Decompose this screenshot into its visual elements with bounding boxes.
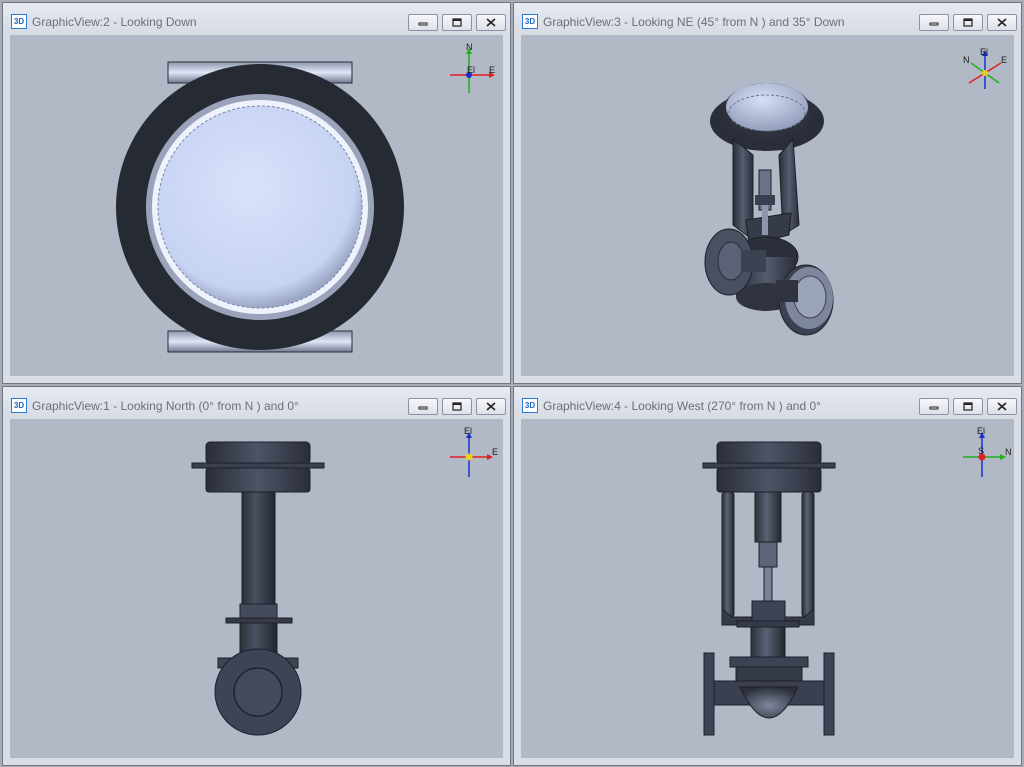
3d-viewport[interactable]: El S N <box>521 419 1014 758</box>
orientation-triad: El E <box>450 426 498 477</box>
minimize-icon <box>929 22 939 26</box>
valve-north-view-model[interactable] <box>10 419 503 758</box>
graphic-view-2-window[interactable]: 3D GraphicView:2 - Looking Down N El E <box>2 2 511 384</box>
3d-viewport[interactable]: El N E <box>521 35 1014 376</box>
valve-top-view-model[interactable] <box>10 35 503 376</box>
triad-label-s: S <box>978 446 984 456</box>
close-icon <box>997 18 1007 27</box>
triad-label-el: El <box>467 65 475 75</box>
minimize-icon <box>418 22 428 26</box>
window-title: GraphicView:4 - Looking West (270° from … <box>543 399 821 413</box>
title-bar[interactable]: 3D GraphicView:3 - Looking NE (45° from … <box>514 3 1021 35</box>
minimize-button[interactable] <box>919 398 949 415</box>
minimize-icon <box>929 406 939 410</box>
minimize-button[interactable] <box>408 398 438 415</box>
close-button[interactable] <box>476 398 506 415</box>
title-bar[interactable]: 3D GraphicView:1 - Looking North (0° fro… <box>3 387 510 419</box>
title-bar[interactable]: 3D GraphicView:4 - Looking West (270° fr… <box>514 387 1021 419</box>
maximize-button[interactable] <box>953 14 983 31</box>
triad-label-e: E <box>1001 55 1007 65</box>
graphic-view-3-window[interactable]: 3D GraphicView:3 - Looking NE (45° from … <box>513 2 1022 384</box>
close-button[interactable] <box>476 14 506 31</box>
window-title: GraphicView:1 - Looking North (0° from N… <box>32 399 299 413</box>
maximize-button[interactable] <box>442 14 472 31</box>
triad-label-el: El <box>977 426 985 436</box>
maximize-icon <box>963 18 973 27</box>
3d-viewport[interactable]: N El E <box>10 35 503 376</box>
maximize-button[interactable] <box>442 398 472 415</box>
triad-label-e: E <box>489 65 495 75</box>
minimize-button[interactable] <box>408 14 438 31</box>
maximize-icon <box>963 402 973 411</box>
3d-viewport[interactable]: El E <box>10 419 503 758</box>
valve-isometric-model[interactable] <box>521 35 1014 376</box>
triad-label-n: N <box>1005 447 1012 457</box>
3d-view-icon: 3D <box>522 14 538 29</box>
3d-view-icon: 3D <box>522 398 538 413</box>
triad-label-n: N <box>963 55 970 65</box>
3d-view-icon: 3D <box>11 398 27 413</box>
minimize-button[interactable] <box>919 14 949 31</box>
maximize-icon <box>452 18 462 27</box>
orientation-triad: N El E <box>450 43 495 93</box>
window-title: GraphicView:2 - Looking Down <box>32 15 197 29</box>
maximize-icon <box>452 402 462 411</box>
triad-label-el: El <box>980 47 988 57</box>
close-button[interactable] <box>987 14 1017 31</box>
triad-label-e: E <box>492 447 498 457</box>
close-icon <box>997 402 1007 411</box>
graphic-view-1-window[interactable]: 3D GraphicView:1 - Looking North (0° fro… <box>2 386 511 766</box>
orientation-triad: El N E <box>963 47 1007 89</box>
graphic-view-4-window[interactable]: 3D GraphicView:4 - Looking West (270° fr… <box>513 386 1022 766</box>
valve-west-view-model[interactable] <box>521 419 1014 758</box>
title-bar[interactable]: 3D GraphicView:2 - Looking Down <box>3 3 510 35</box>
triad-label-n: N <box>466 43 473 52</box>
close-icon <box>486 402 496 411</box>
maximize-button[interactable] <box>953 398 983 415</box>
orientation-triad: El S N <box>963 426 1012 477</box>
minimize-icon <box>418 406 428 410</box>
close-icon <box>486 18 496 27</box>
window-title: GraphicView:3 - Looking NE (45° from N )… <box>543 15 845 29</box>
triad-label-el: El <box>464 426 472 436</box>
3d-view-icon: 3D <box>11 14 27 29</box>
close-button[interactable] <box>987 398 1017 415</box>
